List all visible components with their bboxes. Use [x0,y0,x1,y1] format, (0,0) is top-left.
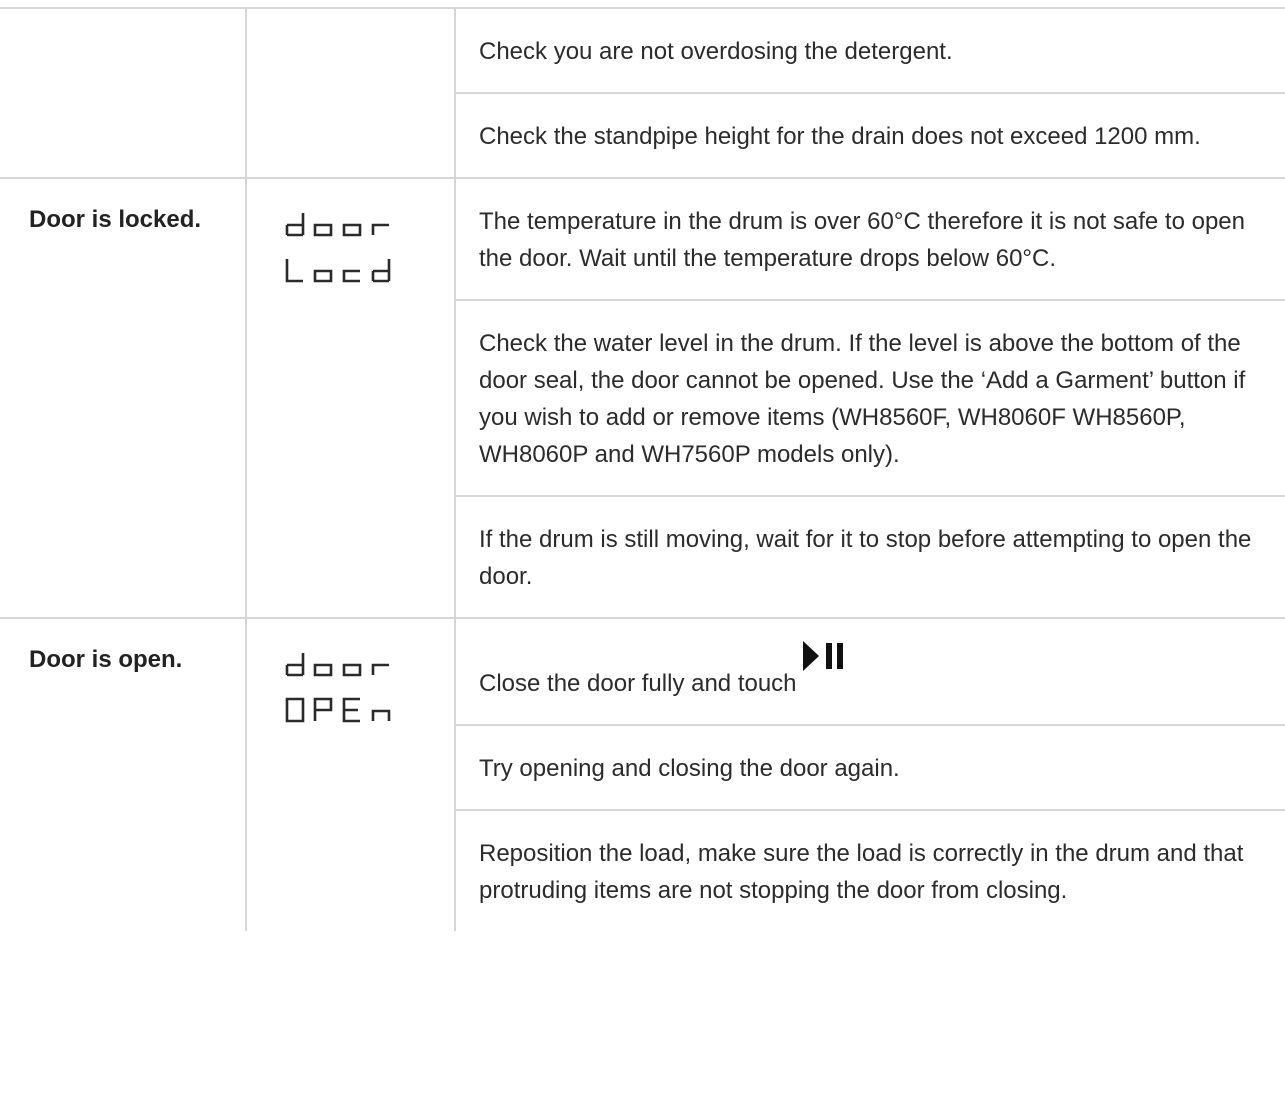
solution-cell: If the drum is still moving, wait for it… [454,495,1285,619]
solution-text: Close the door fully and touch [479,670,797,697]
table-row: Door is locked. The temperature in the d… [0,177,1285,619]
troubleshooting-page: Check you are not overdosing the deterge… [0,0,1285,1106]
condition-cell [0,7,247,179]
solution-cell: Try opening and closing the door again. [454,724,1285,811]
display-cell [245,177,456,619]
solution-cell: Check the standpipe height for the drain… [454,92,1285,179]
troubleshooting-table: Check you are not overdosing the deterge… [0,7,1285,931]
solution-cell: Check the water level in the drum. If th… [454,299,1285,497]
door-locked-display-icon [285,213,391,283]
table-row: Door is open. Close the door fully and t… [0,617,1285,931]
table-row: Check you are not overdosing the deterge… [0,7,1285,179]
solution-cell: Check you are not overdosing the deterge… [454,7,1285,94]
solution-cell: Close the door fully and touch [454,617,1285,726]
condition-cell: Door is locked. [0,177,247,619]
door-open-display-icon [285,653,391,723]
display-cell [245,617,456,931]
display-cell [245,7,456,179]
play-pause-icon [802,641,843,671]
solution-cell: The temperature in the drum is over 60°C… [454,177,1285,301]
condition-cell: Door is open. [0,617,247,931]
solution-cell: Reposition the load, make sure the load … [454,809,1285,931]
